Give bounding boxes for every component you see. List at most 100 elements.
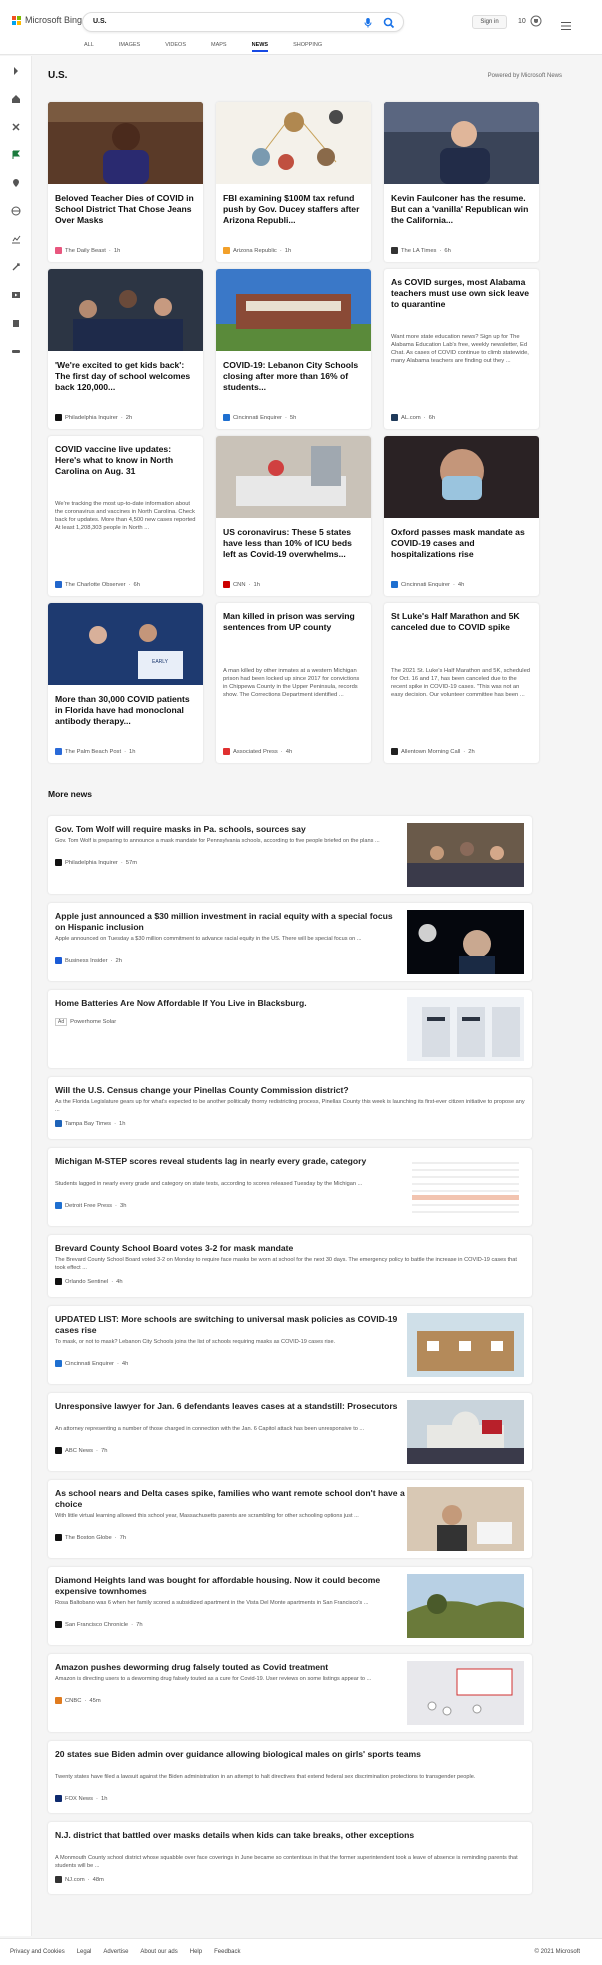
footer-link-about-ads[interactable]: About our ads bbox=[140, 1949, 177, 1955]
news-card-title[interactable]: US coronavirus: These 5 states have less… bbox=[223, 527, 364, 560]
footer-link-privacy[interactable]: Privacy and Cookies bbox=[10, 1949, 65, 1955]
news-card-image[interactable] bbox=[384, 436, 539, 518]
news-card[interactable]: Kevin Faulconer has the resume. But can … bbox=[384, 102, 539, 262]
car-icon[interactable] bbox=[11, 346, 21, 356]
news-card-image[interactable] bbox=[216, 269, 371, 351]
globe-icon[interactable] bbox=[11, 206, 21, 216]
more-news-title-link[interactable]: Michigan M-STEP scores reveal students l… bbox=[55, 1156, 405, 1167]
news-card-title[interactable]: COVID vaccine live updates: Here's what … bbox=[55, 444, 196, 477]
news-card[interactable]: As COVID surges, most Alabama teachers m… bbox=[384, 269, 539, 429]
more-news-thumbnail[interactable] bbox=[407, 910, 524, 974]
more-news-source[interactable]: Orlando Sentinel · 4h bbox=[55, 1278, 123, 1285]
footer-link-feedback[interactable]: Feedback bbox=[214, 1949, 240, 1955]
more-news-thumbnail[interactable] bbox=[407, 1155, 524, 1219]
news-card-source[interactable]: AL.com · 6h bbox=[391, 414, 435, 421]
more-news-source[interactable]: San Francisco Chronicle · 7h bbox=[55, 1621, 143, 1628]
more-news-thumbnail[interactable] bbox=[407, 1487, 524, 1551]
more-news-source[interactable]: Ad Powerhome Solar bbox=[55, 1018, 116, 1026]
more-news-title-link[interactable]: Gov. Tom Wolf will require masks in Pa. … bbox=[55, 824, 405, 835]
search-icon[interactable] bbox=[383, 16, 395, 34]
building-icon[interactable] bbox=[11, 318, 21, 328]
footer-link-advertise[interactable]: Advertise bbox=[103, 1949, 128, 1955]
more-news-thumbnail[interactable] bbox=[407, 1400, 524, 1464]
tab-all[interactable]: ALL bbox=[84, 40, 94, 52]
more-news-title-link[interactable]: Will the U.S. Census change your Pinella… bbox=[55, 1085, 525, 1096]
more-news-thumbnail[interactable] bbox=[407, 1574, 524, 1638]
more-news-item[interactable]: Will the U.S. Census change your Pinella… bbox=[48, 1077, 532, 1139]
sparkle-icon[interactable] bbox=[11, 122, 21, 132]
news-card-image[interactable] bbox=[216, 436, 371, 518]
expand-chevron-icon[interactable] bbox=[11, 66, 21, 76]
more-news-source[interactable]: Business Insider · 2h bbox=[55, 957, 122, 964]
rewards-button[interactable]: 10 bbox=[518, 15, 542, 27]
location-icon[interactable] bbox=[11, 178, 21, 188]
more-news-item[interactable]: Gov. Tom Wolf will require masks in Pa. … bbox=[48, 816, 532, 894]
more-news-item[interactable]: Unresponsive lawyer for Jan. 6 defendant… bbox=[48, 1393, 532, 1471]
news-card[interactable]: US coronavirus: These 5 states have less… bbox=[216, 436, 371, 596]
news-card[interactable]: EARLY More than 30,000 COVID patients in … bbox=[48, 603, 203, 763]
news-card-image[interactable] bbox=[384, 102, 539, 184]
more-news-item[interactable]: N.J. district that battled over masks de… bbox=[48, 1822, 532, 1894]
chart-icon[interactable] bbox=[11, 234, 21, 244]
news-card-source[interactable]: Cincinnati Enquirer · 4h bbox=[391, 581, 464, 588]
hamburger-menu-icon[interactable] bbox=[561, 17, 571, 35]
news-card[interactable]: COVID vaccine live updates: Here's what … bbox=[48, 436, 203, 596]
news-card-source[interactable]: Allentown Morning Call · 2h bbox=[391, 748, 475, 755]
news-card-title[interactable]: Beloved Teacher Dies of COVID in School … bbox=[55, 193, 196, 226]
news-card-source[interactable]: CNN · 1h bbox=[223, 581, 260, 588]
more-news-thumbnail[interactable] bbox=[407, 997, 524, 1061]
news-card-source[interactable]: Associated Press · 4h bbox=[223, 748, 292, 755]
more-news-title-link[interactable]: 20 states sue Biden admin over guidance … bbox=[55, 1749, 525, 1760]
more-news-item[interactable]: Home Batteries Are Now Affordable If You… bbox=[48, 990, 532, 1068]
news-card-title[interactable]: COVID-19: Lebanon City Schools closing a… bbox=[223, 360, 364, 393]
flag-icon[interactable] bbox=[11, 150, 21, 160]
news-card-title[interactable]: FBI examining $100M tax refund push by G… bbox=[223, 193, 364, 226]
sign-in-button[interactable]: Sign in bbox=[472, 15, 507, 29]
news-card-title[interactable]: More than 30,000 COVID patients in Flori… bbox=[55, 694, 196, 727]
more-news-item[interactable]: Apple just announced a $30 million inves… bbox=[48, 903, 532, 981]
news-card[interactable]: FBI examining $100M tax refund push by G… bbox=[216, 102, 371, 262]
more-news-title-link[interactable]: Apple just announced a $30 million inves… bbox=[55, 911, 405, 933]
news-card-image[interactable]: EARLY bbox=[48, 603, 203, 685]
search-box[interactable]: U.S. bbox=[82, 12, 404, 32]
news-card-title[interactable]: As COVID surges, most Alabama teachers m… bbox=[391, 277, 532, 310]
news-card-title[interactable]: St Luke's Half Marathon and 5K canceled … bbox=[391, 611, 532, 633]
more-news-thumbnail[interactable] bbox=[407, 823, 524, 887]
more-news-item[interactable]: As school nears and Delta cases spike, f… bbox=[48, 1480, 532, 1558]
news-card[interactable]: Oxford passes mask mandate as COVID-19 c… bbox=[384, 436, 539, 596]
tab-shopping[interactable]: SHOPPING bbox=[293, 40, 322, 52]
more-news-item[interactable]: Michigan M-STEP scores reveal students l… bbox=[48, 1148, 532, 1226]
more-news-source[interactable]: The Boston Globe · 7h bbox=[55, 1534, 126, 1541]
news-card[interactable]: COVID-19: Lebanon City Schools closing a… bbox=[216, 269, 371, 429]
more-news-item[interactable]: UPDATED LIST: More schools are switching… bbox=[48, 1306, 532, 1384]
more-news-item[interactable]: Amazon pushes deworming drug falsely tou… bbox=[48, 1654, 532, 1732]
more-news-title-link[interactable]: N.J. district that battled over masks de… bbox=[55, 1830, 525, 1841]
more-news-source[interactable]: NJ.com · 48m bbox=[55, 1876, 104, 1883]
more-news-source[interactable]: CNBC · 45m bbox=[55, 1697, 101, 1704]
more-news-title-link[interactable]: As school nears and Delta cases spike, f… bbox=[55, 1488, 405, 1510]
news-card-source[interactable]: Arizona Republic · 1h bbox=[223, 247, 291, 254]
news-card-image[interactable] bbox=[216, 102, 371, 184]
more-news-source[interactable]: Tampa Bay Times · 1h bbox=[55, 1120, 125, 1127]
footer-link-help[interactable]: Help bbox=[190, 1949, 202, 1955]
more-news-title-link[interactable]: Diamond Heights land was bought for affo… bbox=[55, 1575, 405, 1597]
news-card[interactable]: St Luke's Half Marathon and 5K canceled … bbox=[384, 603, 539, 763]
more-news-title-link[interactable]: Amazon pushes deworming drug falsely tou… bbox=[55, 1662, 405, 1673]
news-card-source[interactable]: The Charlotte Observer · 6h bbox=[55, 581, 140, 588]
news-card-image[interactable] bbox=[48, 102, 203, 184]
more-news-title-link[interactable]: Brevard County School Board votes 3-2 fo… bbox=[55, 1243, 525, 1254]
search-input[interactable]: U.S. bbox=[93, 18, 107, 25]
tab-maps[interactable]: MAPS bbox=[211, 40, 227, 52]
news-card-title[interactable]: Man killed in prison was serving sentenc… bbox=[223, 611, 364, 633]
news-card[interactable]: Beloved Teacher Dies of COVID in School … bbox=[48, 102, 203, 262]
more-news-item[interactable]: Diamond Heights land was bought for affo… bbox=[48, 1567, 532, 1645]
video-icon[interactable] bbox=[11, 290, 21, 300]
more-news-source[interactable]: Cincinnati Enquirer · 4h bbox=[55, 1360, 128, 1367]
more-news-thumbnail[interactable] bbox=[407, 1313, 524, 1377]
more-news-source[interactable]: Detroit Free Press · 3h bbox=[55, 1202, 126, 1209]
news-card[interactable]: 'We're excited to get kids back': The fi… bbox=[48, 269, 203, 429]
rocket-icon[interactable] bbox=[11, 262, 21, 272]
news-card-source[interactable]: The LA Times · 6h bbox=[391, 247, 451, 254]
news-card-source[interactable]: Philadelphia Inquirer · 2h bbox=[55, 414, 132, 421]
tab-images[interactable]: IMAGES bbox=[119, 40, 140, 52]
